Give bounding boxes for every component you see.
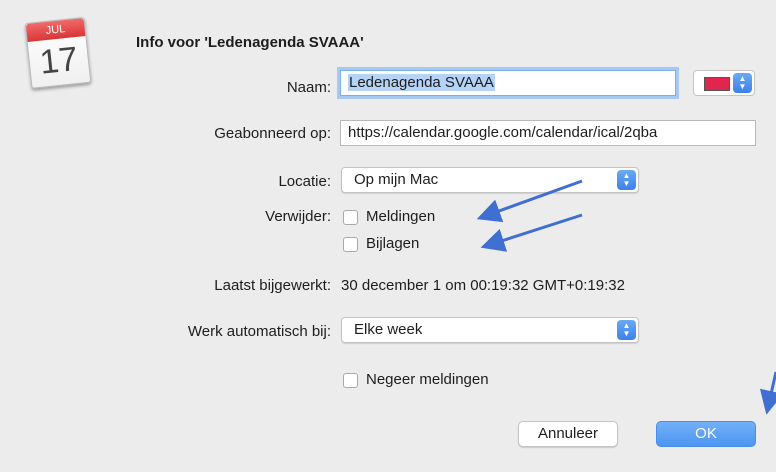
annotation-arrows bbox=[476, 179, 776, 415]
annotation-arrow-2 bbox=[480, 213, 583, 252]
annotation-arrow-1 bbox=[476, 179, 583, 223]
annotation-arrow-3 bbox=[759, 371, 776, 415]
